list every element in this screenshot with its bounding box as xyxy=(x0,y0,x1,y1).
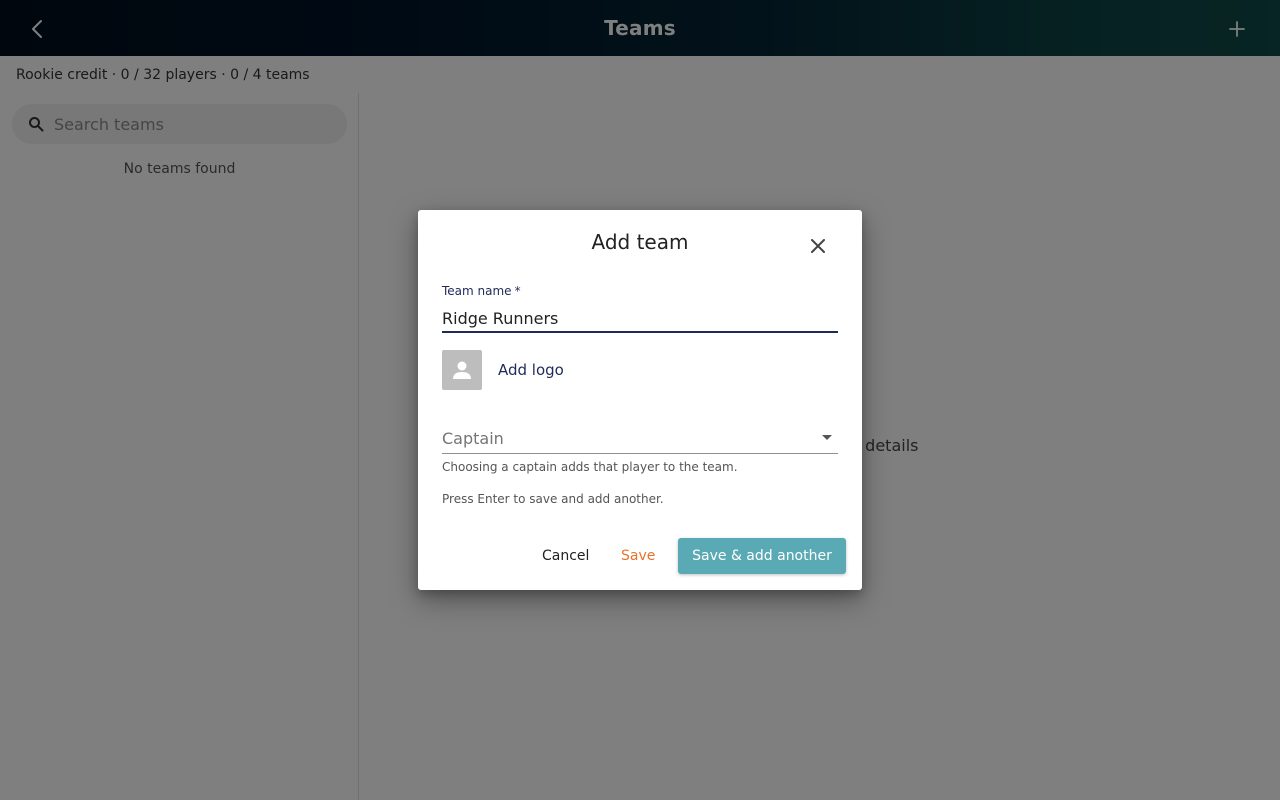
add-logo-button[interactable]: Add logo xyxy=(442,350,564,390)
dialog-title: Add team xyxy=(591,230,689,254)
person-icon xyxy=(453,361,471,379)
enter-hint-text: Press Enter to save and add another. xyxy=(442,492,664,506)
team-name-field: Team name * xyxy=(442,284,838,333)
dialog-actions: Cancel Save Save & add another xyxy=(418,538,862,574)
captain-label: Captain xyxy=(442,429,504,448)
chevron-down-icon xyxy=(822,435,832,440)
add-logo-label: Add logo xyxy=(498,361,564,379)
close-button[interactable] xyxy=(806,234,830,258)
captain-helper-text: Choosing a captain adds that player to t… xyxy=(442,460,738,474)
cancel-button[interactable]: Cancel xyxy=(532,538,599,574)
captain-select[interactable]: Captain xyxy=(442,424,838,454)
save-and-add-another-button[interactable]: Save & add another xyxy=(678,538,846,574)
team-name-label: Team name * xyxy=(442,284,521,298)
save-button[interactable]: Save xyxy=(611,538,665,574)
add-team-dialog: Add team Team name* Add logo Captain Cho… xyxy=(418,210,862,590)
logo-placeholder xyxy=(442,350,482,390)
close-icon xyxy=(811,239,825,253)
team-name-input[interactable] xyxy=(442,305,838,333)
required-marker: * xyxy=(514,284,521,298)
